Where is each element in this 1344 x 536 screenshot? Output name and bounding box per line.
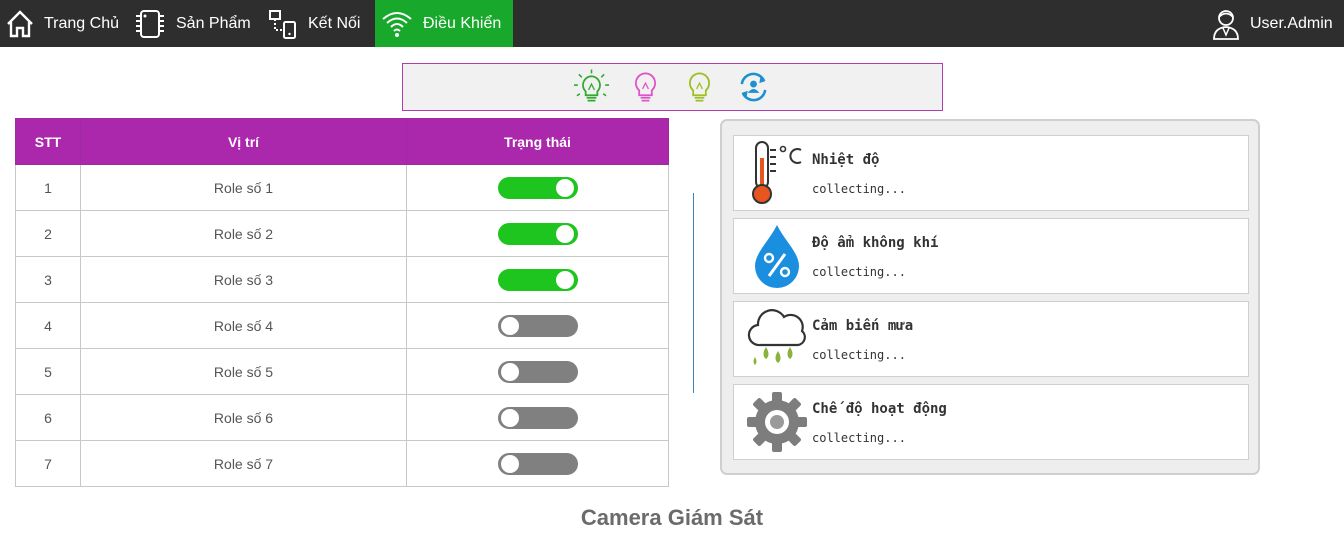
relay-toggle-switch[interactable]	[497, 360, 578, 383]
toggle-knob	[500, 316, 519, 335]
relay-toggle-switch[interactable]	[497, 452, 578, 475]
chip-icon	[133, 8, 167, 40]
nav-products[interactable]: Sản Phẩm	[133, 0, 257, 47]
row-position: Role số 6	[80, 394, 407, 441]
nav-home-label: Trang Chủ	[44, 14, 119, 32]
user-avatar-icon	[1211, 8, 1241, 40]
sensor-value: collecting...	[812, 182, 906, 196]
sensor-value: collecting...	[812, 431, 906, 445]
sensor-card-mode: Chế độ hoạt động collecting...	[733, 384, 1249, 460]
sensor-value: collecting...	[812, 265, 906, 279]
relay-table-body: 1 Role số 1 2 Role số 2 3 Role số 3 4 Role số 4…	[15, 164, 669, 487]
header-status: Trạng thái	[406, 118, 669, 165]
row-status	[406, 440, 669, 487]
sensor-value: collecting...	[812, 348, 906, 362]
bulb-icon	[689, 72, 710, 102]
table-row: 6 Role số 6	[15, 394, 669, 441]
refresh-user-icon	[740, 72, 767, 102]
user-menu[interactable]: User.Admin	[1211, 0, 1344, 47]
toggle-knob	[500, 408, 519, 427]
row-position: Role số 5	[80, 348, 407, 395]
nav-connect-label: Kết Nối	[308, 14, 361, 32]
table-row: 7 Role số 7	[15, 440, 669, 487]
row-stt: 6	[15, 394, 81, 441]
sensor-card-temperature: Nhiệt độ collecting...	[733, 135, 1249, 211]
row-stt: 7	[15, 440, 81, 487]
light-green-button[interactable]	[681, 69, 718, 106]
relay-toggle-switch[interactable]	[497, 268, 578, 291]
thermometer-icon	[744, 140, 810, 206]
all-lights-on-button[interactable]	[573, 69, 610, 106]
toggle-knob	[555, 270, 574, 289]
table-row: 4 Role số 4	[15, 302, 669, 349]
relay-table: STT Vị trí Trạng thái 1 Role số 1 2 Role số…	[15, 118, 669, 487]
toggle-knob	[500, 362, 519, 381]
row-status	[406, 256, 669, 303]
table-header-row: STT Vị trí Trạng thái	[15, 118, 669, 165]
table-row: 5 Role số 5	[15, 348, 669, 395]
wifi-icon	[380, 9, 414, 39]
row-stt: 4	[15, 302, 81, 349]
nav-products-label: Sản Phẩm	[176, 14, 251, 32]
control-toolbar	[402, 63, 943, 111]
row-status	[406, 302, 669, 349]
refresh-button[interactable]	[735, 69, 772, 106]
row-stt: 3	[15, 256, 81, 303]
relay-toggle-switch[interactable]	[497, 314, 578, 337]
row-status	[406, 210, 669, 257]
sensor-title: Chế độ hoạt động	[812, 401, 947, 417]
header-stt: STT	[15, 118, 81, 165]
sensor-card-rain: Cảm biến mưa collecting...	[733, 301, 1249, 377]
row-position: Role số 3	[80, 256, 407, 303]
row-position: Role số 1	[80, 164, 407, 211]
bulb-icon	[635, 72, 656, 102]
nav-control[interactable]: Điều Khiển	[375, 0, 513, 47]
relay-toggle-switch[interactable]	[497, 176, 578, 199]
row-position: Role số 4	[80, 302, 407, 349]
row-status	[406, 348, 669, 395]
sensor-card-humidity: Độ ẩm không khí collecting...	[733, 218, 1249, 294]
nav-connect[interactable]: Kết Nối	[267, 0, 371, 47]
row-status	[406, 164, 669, 211]
sensor-panel: Nhiệt độ collecting... Độ ẩm không khí c…	[720, 119, 1260, 475]
sensor-title: Nhiệt độ	[812, 152, 880, 168]
camera-section-title: Camera Giám Sát	[580, 505, 764, 530]
nav-home[interactable]: Trang Chủ	[5, 0, 123, 47]
user-name: User.Admin	[1250, 14, 1333, 32]
sensor-title: Cảm biến mưa	[812, 318, 914, 334]
vertical-divider	[693, 193, 694, 393]
nav-control-label: Điều Khiển	[423, 14, 502, 32]
table-row: 2 Role số 2	[15, 210, 669, 257]
home-icon	[5, 9, 35, 39]
row-status	[406, 394, 669, 441]
humidity-drop-icon	[744, 223, 810, 289]
relay-toggle-switch[interactable]	[497, 222, 578, 245]
header-position: Vị trí	[80, 118, 407, 165]
network-devices-icon	[267, 8, 299, 40]
row-stt: 5	[15, 348, 81, 395]
gear-icon	[744, 389, 810, 455]
light-pink-button[interactable]	[627, 69, 664, 106]
toggle-knob	[500, 454, 519, 473]
row-position: Role số 2	[80, 210, 407, 257]
row-stt: 1	[15, 164, 81, 211]
sensor-title: Độ ẩm không khí	[812, 235, 939, 251]
table-row: 1 Role số 1	[15, 164, 669, 211]
table-row: 3 Role số 3	[15, 256, 669, 303]
toggle-knob	[555, 224, 574, 243]
rain-cloud-icon	[744, 306, 810, 372]
relay-toggle-switch[interactable]	[497, 406, 578, 429]
toggle-knob	[555, 178, 574, 197]
row-position: Role số 7	[80, 440, 407, 487]
bulb-on-icon	[573, 69, 610, 102]
row-stt: 2	[15, 210, 81, 257]
top-navbar: Trang Chủ Sản Phẩm Kết Nối Điều Khiển Us…	[0, 0, 1344, 47]
